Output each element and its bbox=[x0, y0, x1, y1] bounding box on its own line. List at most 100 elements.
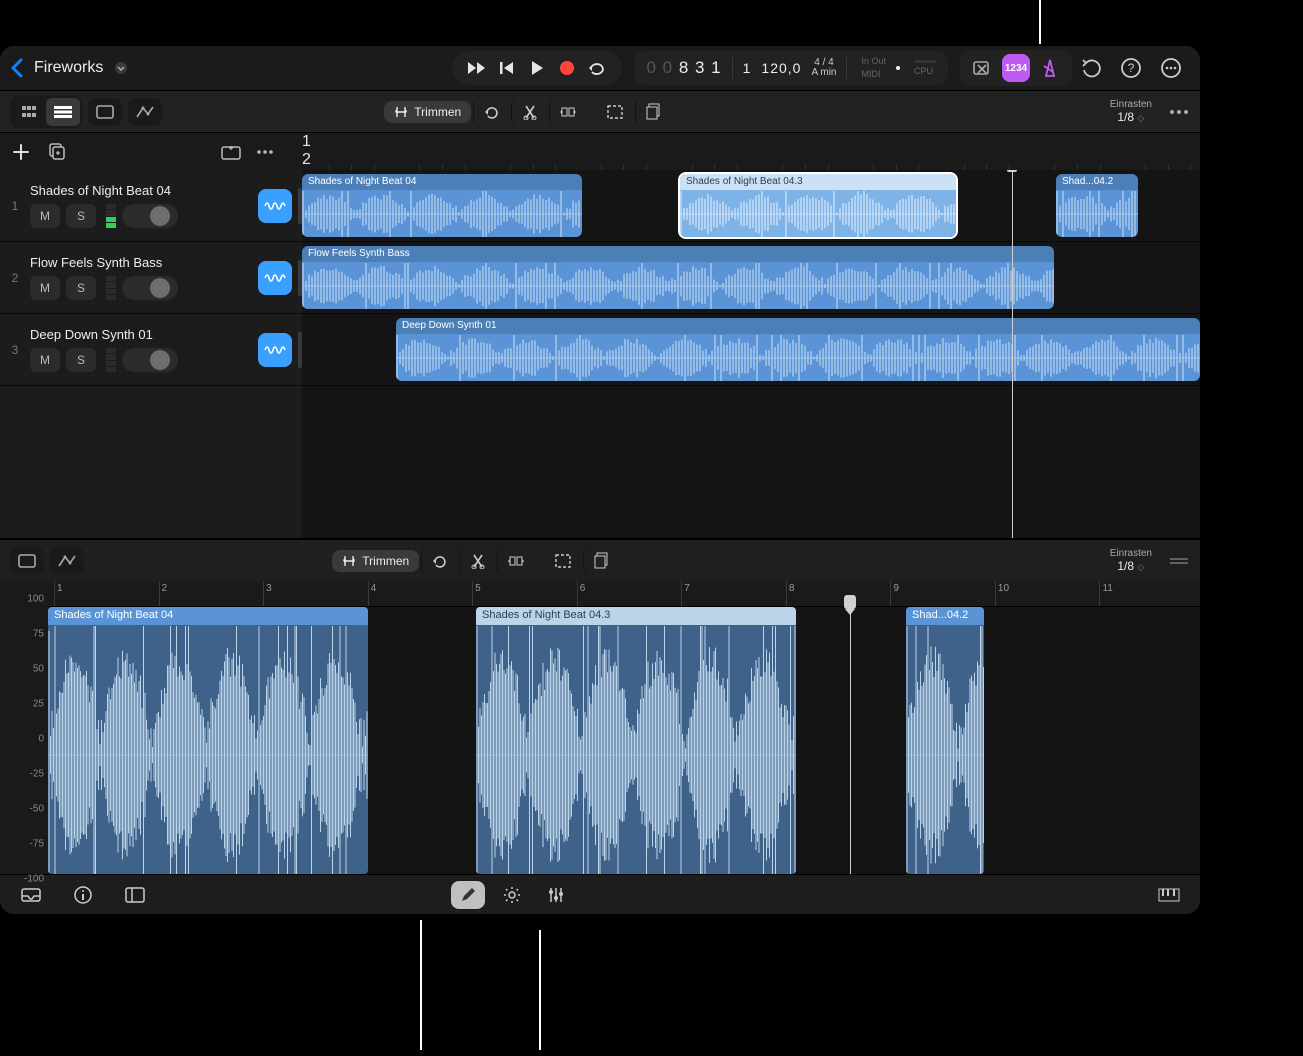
metronome-button[interactable] bbox=[1036, 54, 1064, 82]
count-in-button[interactable]: 1234 bbox=[1002, 54, 1030, 82]
settings-gear-button[interactable] bbox=[495, 881, 529, 909]
info-button[interactable] bbox=[66, 881, 100, 909]
marquee-tool[interactable] bbox=[597, 97, 633, 127]
instrument-icon[interactable] bbox=[258, 333, 292, 367]
stamp-tool[interactable] bbox=[635, 97, 671, 127]
editor-loop-tool[interactable] bbox=[421, 546, 457, 576]
lcd-dot-icon bbox=[896, 66, 900, 70]
track-header[interactable]: 3 Deep Down Synth 01 M S bbox=[0, 314, 302, 386]
editor-marquee-tool[interactable] bbox=[545, 546, 581, 576]
cycle-button[interactable] bbox=[586, 57, 608, 79]
yaxis-label: 100 bbox=[27, 594, 44, 605]
loop-tool[interactable] bbox=[473, 97, 509, 127]
audio-region[interactable]: Shades of Night Beat 04.3 bbox=[680, 174, 956, 237]
audio-region[interactable]: Flow Feels Synth Bass bbox=[302, 246, 1054, 309]
volume-slider[interactable] bbox=[122, 204, 178, 228]
track-header[interactable]: 1 Shades of Night Beat 04 M S bbox=[0, 170, 302, 242]
editor-inspector-button[interactable] bbox=[10, 547, 44, 575]
editor-audio-region[interactable]: Shades of Night Beat 04.3 bbox=[476, 607, 796, 874]
inbox-button[interactable] bbox=[14, 881, 48, 909]
arrangement-timeline[interactable]: Shades of Night Beat 04 Shades of Night B… bbox=[302, 170, 1200, 538]
play-button[interactable] bbox=[526, 57, 548, 79]
help-button[interactable]: ? bbox=[1118, 55, 1144, 81]
solo-button[interactable]: S bbox=[66, 276, 96, 300]
playhead[interactable] bbox=[1012, 170, 1013, 538]
project-menu-chevron-icon[interactable] bbox=[113, 60, 129, 76]
lcd-countin: 1 bbox=[743, 60, 752, 76]
more-button[interactable] bbox=[1158, 55, 1184, 81]
volume-slider[interactable] bbox=[122, 276, 178, 300]
audio-editor: Trimmen Einrasten 1/8 ◇ 1007550250-25-50… bbox=[0, 538, 1200, 874]
fast-forward-button[interactable] bbox=[466, 57, 488, 79]
trim-tool[interactable]: Trimmen bbox=[384, 101, 471, 123]
record-button[interactable] bbox=[556, 57, 578, 79]
editor-toolbar: Trimmen Einrasten 1/8 ◇ bbox=[0, 539, 1200, 581]
undo-button[interactable] bbox=[1078, 55, 1104, 81]
solo-button[interactable]: S bbox=[66, 348, 96, 372]
lcd-meters: In Out MIDI bbox=[861, 57, 886, 79]
move-tool[interactable] bbox=[549, 97, 585, 127]
editor-y-axis: 1007550250-25-50-75-100 bbox=[0, 581, 48, 874]
editor-automation-button[interactable] bbox=[50, 547, 84, 575]
piano-button[interactable] bbox=[1152, 881, 1186, 909]
audio-region[interactable]: Deep Down Synth 01 bbox=[396, 318, 1200, 381]
snap-display[interactable]: Einrasten 1/8 ◇ bbox=[1110, 99, 1152, 124]
split-tool[interactable] bbox=[511, 97, 547, 127]
editor-trim-tool[interactable]: Trimmen bbox=[332, 550, 419, 572]
editor-canvas[interactable]: 1234567891011 Shades of Night Beat 04Sha… bbox=[48, 581, 1200, 874]
editor-split-tool[interactable] bbox=[459, 546, 495, 576]
solo-button[interactable]: S bbox=[66, 204, 96, 228]
lcd-signature: 4 / 4 A min bbox=[811, 58, 836, 78]
mute-button[interactable]: M bbox=[30, 348, 60, 372]
editor-stamp-tool[interactable] bbox=[583, 546, 619, 576]
panel-button[interactable] bbox=[118, 881, 152, 909]
toolbar-more-icon[interactable] bbox=[1168, 108, 1190, 116]
callout-line bbox=[420, 920, 422, 1050]
mute-button[interactable]: M bbox=[30, 276, 60, 300]
grid-view-button[interactable] bbox=[12, 98, 46, 126]
editor-ruler-label: 4 bbox=[371, 583, 377, 594]
pencil-mode-button[interactable] bbox=[451, 881, 485, 909]
region-name: Deep Down Synth 01 bbox=[396, 318, 1200, 334]
editor-region-name: Shades of Night Beat 04 bbox=[48, 607, 368, 625]
editor-drag-handle-icon[interactable] bbox=[1168, 556, 1190, 566]
audio-region[interactable]: Shad...04.2 bbox=[1056, 174, 1138, 237]
region-name: Shades of Night Beat 04 bbox=[302, 174, 582, 190]
track-number: 1 bbox=[6, 199, 24, 213]
replace-mode-button[interactable] bbox=[968, 54, 996, 82]
yaxis-label: 0 bbox=[38, 734, 44, 745]
project-name[interactable]: Fireworks bbox=[34, 59, 103, 77]
level-meter bbox=[106, 204, 116, 228]
add-track-button[interactable] bbox=[10, 141, 32, 163]
timeline-ruler[interactable]: 12345678910 bbox=[302, 133, 1200, 170]
editor-ruler[interactable]: 1234567891011 bbox=[48, 581, 1200, 607]
automation-button[interactable] bbox=[128, 98, 162, 126]
audio-region[interactable]: Shades of Night Beat 04 bbox=[302, 174, 582, 237]
duplicate-track-button[interactable] bbox=[46, 141, 68, 163]
editor-ruler-label: 5 bbox=[475, 583, 481, 594]
mixer-button[interactable] bbox=[539, 881, 573, 909]
track-name: Deep Down Synth 01 bbox=[30, 327, 252, 342]
editor-move-tool[interactable] bbox=[497, 546, 533, 576]
lcd-position: 0 0 8 3 1 bbox=[646, 58, 721, 78]
track-more-icon[interactable] bbox=[254, 141, 276, 163]
editor-playhead[interactable] bbox=[850, 597, 851, 874]
back-button[interactable] bbox=[10, 58, 24, 78]
editor-ruler-label: 7 bbox=[684, 583, 690, 594]
instrument-icon[interactable] bbox=[258, 261, 292, 295]
instrument-icon[interactable] bbox=[258, 189, 292, 223]
region-inspector-button[interactable] bbox=[88, 98, 122, 126]
editor-audio-region[interactable]: Shades of Night Beat 04 bbox=[48, 607, 368, 874]
library-button[interactable] bbox=[220, 141, 242, 163]
editor-ruler-label: 3 bbox=[266, 583, 272, 594]
lcd-display[interactable]: 0 0 8 3 1 1 120,0 4 / 4 A min In Out MID… bbox=[634, 51, 948, 85]
editor-snap-display[interactable]: Einrasten 1/8 ◇ bbox=[1110, 548, 1152, 573]
tracks-view-button[interactable] bbox=[46, 98, 80, 126]
region-name: Shades of Night Beat 04.3 bbox=[680, 174, 956, 190]
editor-audio-region[interactable]: Shad...04.2 bbox=[906, 607, 984, 874]
yaxis-label: -100 bbox=[24, 874, 44, 885]
go-to-start-button[interactable] bbox=[496, 57, 518, 79]
mute-button[interactable]: M bbox=[30, 204, 60, 228]
volume-slider[interactable] bbox=[122, 348, 178, 372]
track-header[interactable]: 2 Flow Feels Synth Bass M S bbox=[0, 242, 302, 314]
